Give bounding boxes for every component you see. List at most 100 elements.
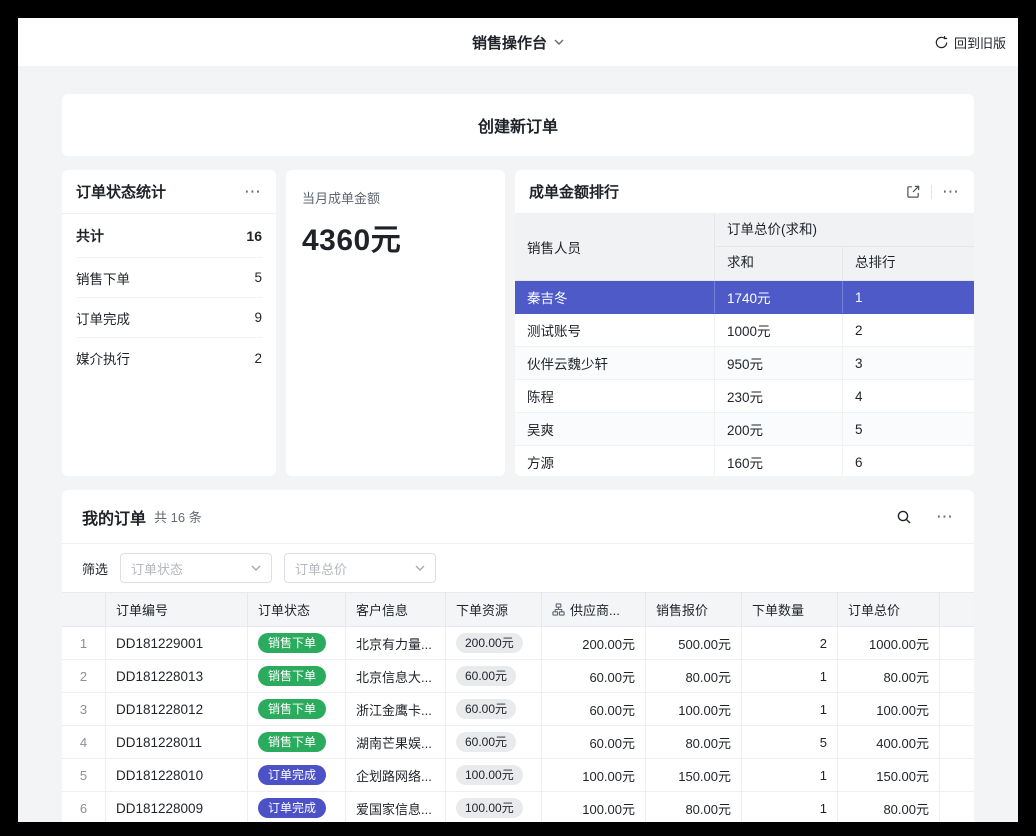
column-header-supplier[interactable]: 供应商...	[542, 593, 646, 626]
page-title: 销售操作台	[472, 32, 547, 53]
ranking-card: 成单金额排行 ⋯	[515, 170, 974, 476]
monthly-amount-value: 4360元	[302, 215, 489, 259]
rank-value: 3	[843, 347, 974, 379]
orders-card-header: 我的订单 共 16 条 ⋯	[62, 490, 974, 544]
order-quantity: 1	[742, 759, 838, 791]
column-header[interactable]: 下单资源	[446, 593, 542, 626]
search-icon[interactable]	[896, 509, 912, 525]
list-item[interactable]: 共计 16	[76, 214, 262, 258]
column-header[interactable]: 订单状态	[248, 593, 346, 626]
order-total: 80.00元	[838, 660, 940, 692]
table-row[interactable]: 3 DD181228012 销售下单 浙江金鹰卡... 60.00元 60.00…	[62, 693, 974, 726]
back-to-old-version-button[interactable]: 回到旧版	[930, 18, 1010, 66]
column-header-label: 供应商...	[570, 600, 620, 619]
resource-tag: 60.00元	[456, 666, 516, 686]
resource-tag: 200.00元	[456, 633, 523, 653]
order-quantity: 1	[742, 792, 838, 822]
list-item[interactable]: 销售下单 5	[76, 258, 262, 298]
order-total: 1000.00元	[838, 627, 940, 659]
table-row[interactable]: 陈程 230元 4	[515, 380, 974, 413]
row-number: 6	[62, 792, 106, 822]
person-name: 方源	[515, 446, 715, 476]
orders-table-header: 订单编号 订单状态 客户信息 下单资源 供应商	[62, 593, 974, 627]
row-number: 3	[62, 693, 106, 725]
status-value: 2	[254, 351, 262, 366]
app-window: 销售操作台 回到旧版 创建新订单 订单状态统计	[18, 18, 1018, 822]
status-list: 共计 16 销售下单 5 订单完成 9 媒介执行 2	[62, 214, 276, 378]
monthly-amount-label: 当月成单金额	[302, 188, 489, 207]
column-header-sum: 求和	[715, 247, 843, 280]
column-header[interactable]: 订单编号	[106, 593, 248, 626]
row-number: 1	[62, 627, 106, 659]
table-row[interactable]: 伙伴云魏少轩 950元 3	[515, 347, 974, 380]
status-badge: 销售下单	[258, 633, 326, 653]
order-total: 400.00元	[838, 726, 940, 758]
table-row[interactable]: 秦吉冬 1740元 1	[515, 281, 974, 314]
orders-count: 共 16 条	[154, 507, 202, 526]
more-icon[interactable]: ⋯	[244, 183, 262, 200]
chevron-down-icon	[251, 565, 261, 571]
monthly-amount-card: 当月成单金额 4360元	[286, 170, 505, 476]
column-header[interactable]: 订单总价	[838, 593, 940, 626]
order-total: 100.00元	[838, 693, 940, 725]
person-name: 吴爽	[515, 413, 715, 445]
table-row[interactable]: 吴爽 200元 5	[515, 413, 974, 446]
more-icon[interactable]: ⋯	[936, 508, 954, 525]
filter-select-value: 订单总价	[295, 559, 347, 578]
sum-value: 200元	[715, 413, 843, 445]
chevron-down-icon	[415, 565, 425, 571]
create-order-label: 创建新订单	[478, 113, 558, 137]
export-icon[interactable]	[906, 184, 921, 199]
content-area: 创建新订单 订单状态统计 ⋯ 共计 16 销售下单 5	[18, 66, 1018, 822]
table-row[interactable]: 4 DD181228011 销售下单 湖南芒果娱... 60.00元 60.00…	[62, 726, 974, 759]
table-row[interactable]: 1 DD181229001 销售下单 北京有力量... 200.00元 200.…	[62, 627, 974, 660]
rank-value: 5	[843, 413, 974, 445]
sales-quote: 150.00元	[646, 759, 742, 791]
table-row[interactable]: 2 DD181228013 销售下单 北京信息大... 60.00元 60.00…	[62, 660, 974, 693]
more-icon[interactable]: ⋯	[942, 183, 960, 200]
workspace-switcher[interactable]: 销售操作台	[472, 32, 564, 53]
column-header[interactable]: 客户信息	[346, 593, 446, 626]
chevron-down-icon	[554, 39, 564, 45]
table-row[interactable]: 6 DD181228009 订单完成 爱国家信息... 100.00元 100.…	[62, 792, 974, 822]
column-header-rank: 总排行	[843, 247, 974, 280]
filter-select-order-total[interactable]: 订单总价	[284, 553, 436, 583]
sitemap-icon	[552, 603, 565, 616]
person-name: 陈程	[515, 380, 715, 412]
table-row[interactable]: 5 DD181228010 订单完成 企划路网络... 100.00元 100.…	[62, 759, 974, 792]
table-row[interactable]: 方源 160元 6	[515, 446, 974, 476]
supplier-price: 100.00元	[542, 759, 646, 791]
status-value: 9	[254, 310, 262, 325]
status-badge: 销售下单	[258, 732, 326, 752]
list-item[interactable]: 订单完成 9	[76, 298, 262, 338]
table-row[interactable]: 测试账号 1000元 2	[515, 314, 974, 347]
column-header[interactable]: 销售报价	[646, 593, 742, 626]
history-icon	[934, 35, 949, 50]
order-total: 150.00元	[838, 759, 940, 791]
supplier-price: 60.00元	[542, 693, 646, 725]
row-number: 5	[62, 759, 106, 791]
list-item[interactable]: 媒介执行 2	[76, 338, 262, 378]
column-header-total-group: 订单总价(求和)	[715, 214, 974, 247]
column-header[interactable]: 下单数量	[742, 593, 838, 626]
create-order-button[interactable]: 创建新订单	[62, 94, 974, 156]
ranking-table: 销售人员 订单总价(求和) 求和 总排行 秦吉冬 1740元 1	[515, 214, 974, 476]
filter-select-order-status[interactable]: 订单状态	[120, 553, 272, 583]
status-label: 共计	[76, 226, 104, 246]
orders-card-actions: ⋯	[896, 508, 954, 525]
sales-quote: 80.00元	[646, 792, 742, 822]
person-name: 伙伴云魏少轩	[515, 347, 715, 379]
sum-value: 160元	[715, 446, 843, 476]
resource-tag: 60.00元	[456, 699, 516, 719]
order-quantity: 1	[742, 660, 838, 692]
order-id: DD181228009	[106, 792, 248, 822]
column-header-person: 销售人员	[515, 214, 715, 280]
resource-tag: 100.00元	[456, 798, 523, 818]
customer-info: 爱国家信息...	[346, 792, 446, 822]
ranking-card-title: 成单金额排行	[529, 181, 619, 202]
sales-quote: 80.00元	[646, 726, 742, 758]
sum-value: 230元	[715, 380, 843, 412]
status-label: 媒介执行	[76, 348, 130, 368]
row-number-header	[62, 593, 106, 626]
customer-info: 北京信息大...	[346, 660, 446, 692]
